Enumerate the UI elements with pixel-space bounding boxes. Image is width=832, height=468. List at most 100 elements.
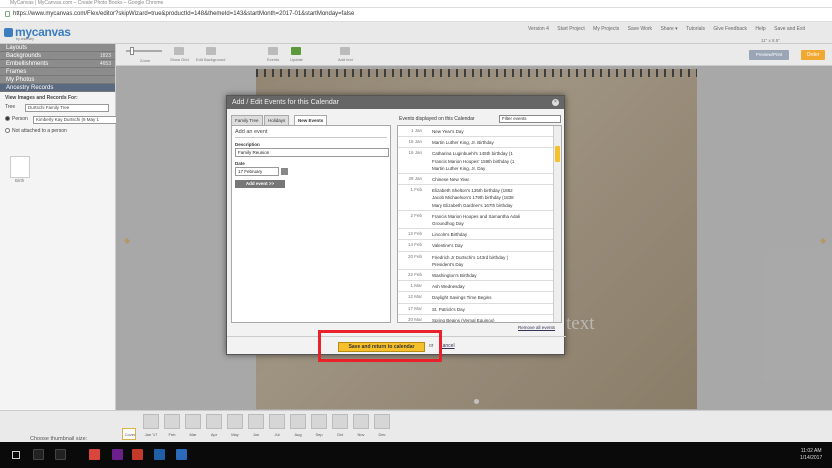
event-name: Martin Luther King, Jr. Birthday xyxy=(432,140,494,146)
description-input[interactable]: Family Reunion xyxy=(235,148,389,157)
event-row[interactable]: 1 Mar Ash Wednesday xyxy=(398,281,553,293)
events-list-content: 1 Jan New Year's Day 15 Jan Martin Luther K… xyxy=(398,126,553,322)
tree-select[interactable]: Durtschi Family Tree xyxy=(25,104,109,112)
date-input[interactable]: 17 February xyxy=(235,167,279,176)
event-names: Valentine's Day xyxy=(432,242,553,249)
event-row[interactable]: 15 Jan Martin Luther King, Jr. Birthday xyxy=(398,137,553,149)
event-row[interactable]: 14 Feb Valentine's Day xyxy=(398,240,553,252)
close-icon[interactable]: × xyxy=(552,99,559,106)
event-row[interactable]: 28 Jan Chinese New Year xyxy=(398,174,553,186)
save-and-exit-link[interactable]: Save and Exit xyxy=(774,26,805,32)
event-name: Jacob Michaelson's 179th birthday (1838 xyxy=(432,195,514,201)
zoom-slider-handle[interactable] xyxy=(130,47,134,55)
events-list[interactable]: 1 Jan New Year's Day 15 Jan Martin Luther K… xyxy=(397,125,562,323)
event-row[interactable]: 20 Feb Friedrich Jr Durtschi's 143rd birt… xyxy=(398,252,553,271)
page-thumbnail[interactable] xyxy=(290,414,306,429)
update-button[interactable]: Update xyxy=(290,47,303,62)
event-date: 1 Jan xyxy=(410,128,422,133)
event-names: Martin Luther King, Jr. Birthday xyxy=(432,139,553,146)
event-name: New Year's Day xyxy=(432,129,464,134)
person-select[interactable]: Kimberly Kay Durtschi (8 May 1 xyxy=(33,116,117,124)
sidebar-item-frames[interactable]: Frames xyxy=(0,68,115,76)
tab-new-events[interactable]: New Events xyxy=(294,115,328,125)
top-nav: Version 4 Start Project My Projects Save… xyxy=(528,26,812,32)
page-thumbnail[interactable] xyxy=(248,414,264,429)
share-link[interactable]: Share ▾ xyxy=(660,26,677,32)
save-work-link[interactable]: Save Work xyxy=(628,26,652,32)
clock-time: 11:02 AM xyxy=(800,448,822,454)
address-bar[interactable]: https://www.mycanvas.com/Flex/editor?ski… xyxy=(0,8,832,22)
sidebar-item-backgrounds[interactable]: Backgrounds 1823 xyxy=(0,52,115,60)
order-button[interactable]: Order xyxy=(801,50,825,60)
start-project-link[interactable]: Start Project xyxy=(557,26,585,32)
show-grid-button[interactable]: Show Grid xyxy=(170,47,189,62)
events-scrollbar[interactable] xyxy=(553,126,561,322)
event-row[interactable]: 20 Mar Spring Begins (Vernal Equinox) xyxy=(398,315,553,322)
page-thumbnail-label: Cover xyxy=(124,432,136,437)
acrobat-icon[interactable] xyxy=(132,449,143,460)
sidebar-item-my-photos[interactable]: My Photos xyxy=(0,76,115,84)
outlook-icon[interactable] xyxy=(176,449,187,460)
event-row[interactable]: 1 Jan New Year's Day xyxy=(398,126,553,138)
task-view-icon[interactable] xyxy=(55,449,66,460)
page-thumbnail-label: May xyxy=(231,432,239,437)
event-name: Valentine's Day xyxy=(432,243,463,249)
sidebar-item-layouts[interactable]: Layouts xyxy=(0,44,115,52)
tab-holidays[interactable]: Holidays xyxy=(264,115,290,125)
page-thumbnail[interactable] xyxy=(227,414,243,429)
birth-record-label: Birth xyxy=(15,178,25,183)
edit-background-button[interactable]: Edit Background xyxy=(196,47,225,62)
event-row[interactable]: 16 Jan Catharina Luginbuehl's 145th birth… xyxy=(398,148,553,175)
event-name: Martin Luther King, Jr. Day xyxy=(432,165,486,171)
preview-print-button[interactable]: Preview/Print xyxy=(749,50,789,60)
page-thumbnail[interactable] xyxy=(164,414,180,429)
page-thumbnail[interactable] xyxy=(206,414,222,429)
event-names: Ash Wednesday xyxy=(432,283,553,290)
event-row[interactable]: 22 Feb Washington's Birthday xyxy=(398,270,553,282)
url-text[interactable]: https://www.mycanvas.com/Flex/editor?ski… xyxy=(13,11,354,17)
event-row[interactable]: 12 Feb Lincoln's Birthday xyxy=(398,229,553,241)
filter-events-select[interactable]: Filter events xyxy=(499,115,561,123)
background-icon xyxy=(205,47,216,55)
give-feedback-link[interactable]: Give Feedback xyxy=(713,26,747,32)
photoshop-icon[interactable] xyxy=(154,449,165,460)
event-name: Groundhog Day xyxy=(432,221,464,227)
person-radio[interactable] xyxy=(5,116,10,122)
page-thumbnail[interactable] xyxy=(332,414,348,429)
scrollbar-thumb[interactable] xyxy=(555,146,560,162)
sidebar-item-ancestry-records[interactable]: Ancestry Records xyxy=(0,84,115,92)
my-projects-link[interactable]: My Projects xyxy=(593,26,619,32)
event-row[interactable]: 1 Feb Elizabeth Shelton's 135th birthday … xyxy=(398,185,553,211)
add-text-button[interactable]: Add text xyxy=(338,47,353,62)
tab-family-tree[interactable]: Family Tree xyxy=(231,115,263,125)
event-name: Mary Elizabeth Gardner's 167th birthday xyxy=(432,202,513,208)
chrome-icon[interactable] xyxy=(89,449,100,460)
remove-all-events-link[interactable]: Remove all events xyxy=(518,325,555,330)
search-icon[interactable] xyxy=(33,449,44,460)
event-names: Spring Begins (Vernal Equinox) xyxy=(432,317,553,322)
events-button[interactable]: Events xyxy=(267,47,279,62)
tutorials-link[interactable]: Tutorials xyxy=(686,26,705,32)
page-thumbnail[interactable] xyxy=(269,414,285,429)
not-attached-radio[interactable] xyxy=(5,128,10,134)
calendar-picker-icon[interactable] xyxy=(281,167,288,175)
add-event-button[interactable]: Add event >> xyxy=(235,180,285,188)
event-date: 20 Mar xyxy=(407,316,422,322)
help-link[interactable]: Help xyxy=(755,26,765,32)
event-date: 1 Feb xyxy=(410,187,422,193)
page-thumbnail[interactable] xyxy=(185,414,201,429)
event-date: 2 Feb xyxy=(410,212,422,218)
event-row[interactable]: 2 Feb Francis Marion Hoopes and Samantha … xyxy=(398,211,553,230)
windows-start-icon[interactable] xyxy=(12,451,20,459)
birth-record-thumbnail[interactable] xyxy=(10,156,30,178)
event-row[interactable]: 17 Mar St. Patrick's Day xyxy=(398,304,553,315)
page-thumbnail[interactable] xyxy=(353,414,369,429)
sidebar-item-embellishments[interactable]: Embellishments 4653 xyxy=(0,60,115,68)
page-thumbnail[interactable] xyxy=(143,414,159,429)
indesign-icon[interactable] xyxy=(112,449,123,460)
page-thumbnail[interactable] xyxy=(311,414,327,429)
event-row[interactable]: 12 Mar Daylight Savings Time Begins xyxy=(398,292,553,304)
view-records-label: View Images and Records For: xyxy=(5,95,78,101)
taskbar-clock[interactable]: 11:02 AM 1/14/2017 xyxy=(800,448,822,462)
page-thumbnail[interactable] xyxy=(374,414,390,429)
